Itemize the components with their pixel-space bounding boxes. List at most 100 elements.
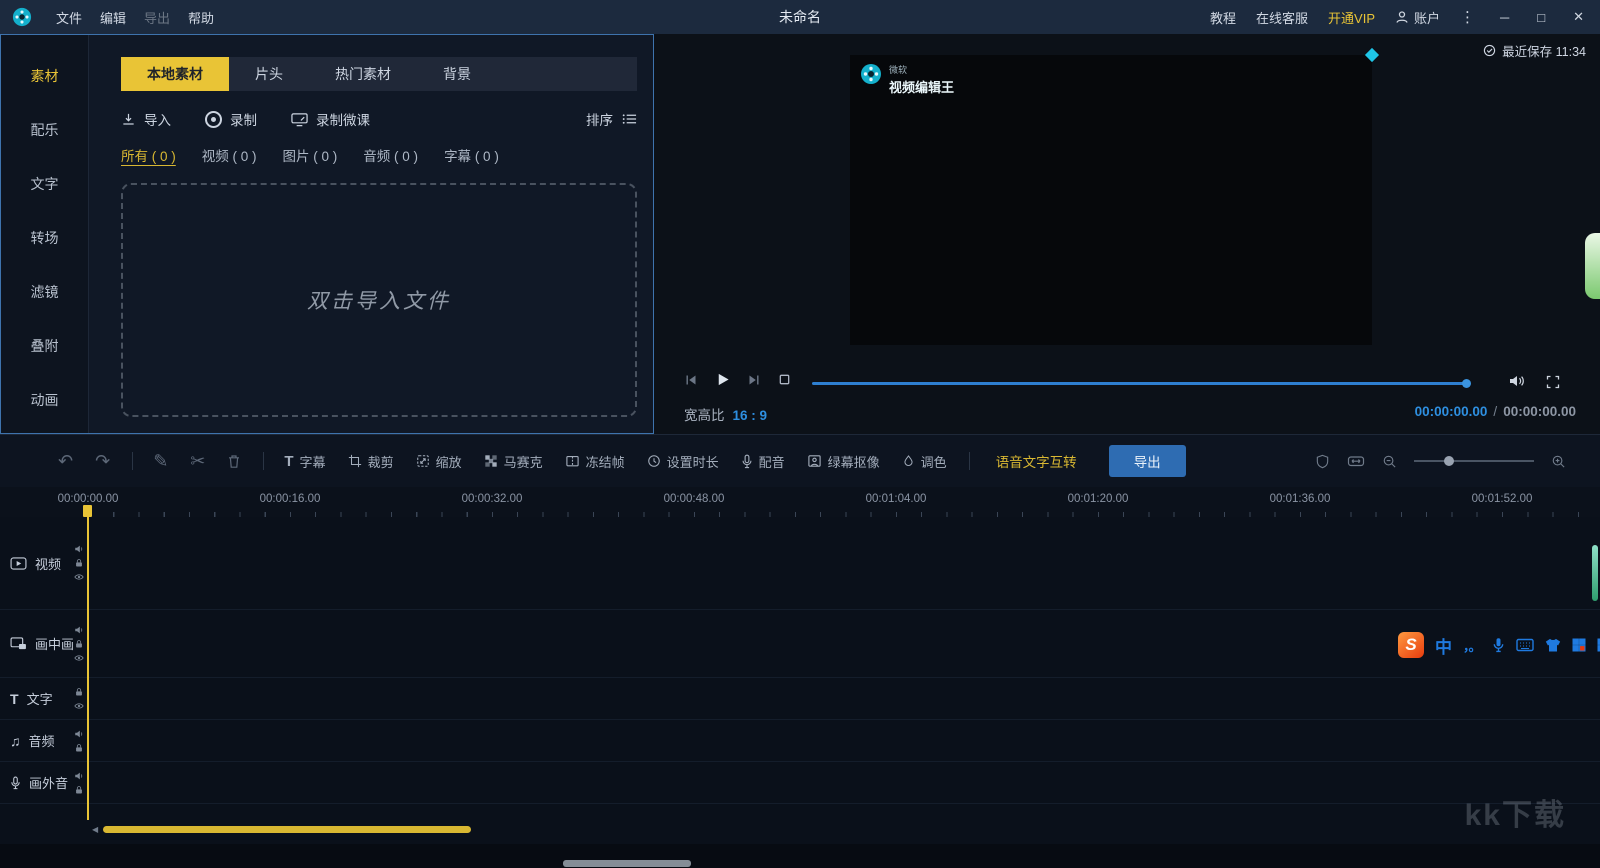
delete-button[interactable] (227, 454, 241, 469)
ime-logo-icon[interactable]: S (1398, 632, 1424, 658)
voiceover-track-lane[interactable] (89, 762, 1600, 803)
more-menu-icon[interactable]: ⋮ (1460, 8, 1476, 26)
ime-toolbox-icon[interactable] (1572, 638, 1586, 652)
tutorial-link[interactable]: 教程 (1210, 8, 1236, 27)
sidebar-item-transition[interactable]: 转场 (1, 211, 88, 265)
play-button[interactable] (715, 372, 730, 387)
sidebar-item-material[interactable]: 素材 (1, 49, 88, 103)
greenscreen-tool-button[interactable]: 绿幕抠像 (807, 452, 880, 471)
timeline-hscrollbar[interactable] (103, 826, 471, 833)
sidebar-item-text[interactable]: 文字 (1, 157, 88, 211)
sidebar-item-overlay[interactable]: 叠附 (1, 319, 88, 373)
tab-local-material[interactable]: 本地素材 (121, 57, 229, 91)
tab-hot-material[interactable]: 热门素材 (309, 57, 417, 91)
subtitle-tool-button[interactable]: T字幕 (284, 452, 325, 471)
lock-icon[interactable] (74, 785, 84, 795)
filter-picture[interactable]: 图片 ( 0 ) (283, 145, 338, 165)
import-button[interactable]: 导入 (121, 109, 171, 129)
timeline-ruler[interactable]: 00:00:00.00 00:00:16.00 00:00:32.00 00:0… (0, 487, 1600, 517)
seek-handle[interactable] (1462, 379, 1471, 388)
maximize-button[interactable]: □ (1533, 10, 1549, 25)
logo-title-text: 视频编辑王 (889, 77, 954, 96)
menu-edit[interactable]: 编辑 (100, 8, 126, 27)
previous-frame-button[interactable] (684, 373, 698, 387)
ime-punctuation-mode[interactable]: ，。 (1463, 636, 1481, 655)
edit-pencil-button[interactable]: ✎ (153, 452, 168, 470)
mute-icon[interactable] (74, 729, 84, 739)
filter-subtitle[interactable]: 字幕 ( 0 ) (444, 145, 499, 165)
text-track-lane[interactable] (89, 678, 1600, 719)
sidebar-item-filter[interactable]: 滤镜 (1, 265, 88, 319)
fit-timeline-icon[interactable] (1347, 454, 1365, 468)
close-button[interactable]: ✕ (1569, 9, 1588, 25)
video-canvas[interactable]: 微软 视频编辑王 (850, 55, 1372, 345)
lock-icon[interactable] (74, 743, 84, 753)
timeline-zoom-slider[interactable] (1414, 455, 1534, 467)
sidebar-item-animation[interactable]: 动画 (1, 373, 88, 427)
sort-button[interactable]: 排序 (586, 109, 637, 129)
tab-background[interactable]: 背景 (417, 57, 497, 91)
scroll-left-arrow-icon[interactable]: ◀ (92, 825, 98, 834)
stop-button[interactable] (778, 373, 791, 386)
mute-icon[interactable] (74, 625, 84, 635)
account-button[interactable]: 账户 (1395, 8, 1440, 27)
cut-button[interactable]: ✂ (190, 452, 205, 470)
ime-language-mode[interactable]: 中 (1435, 633, 1452, 658)
support-link[interactable]: 在线客服 (1256, 8, 1308, 27)
vip-link[interactable]: 开通VIP (1328, 8, 1375, 27)
ime-skin-icon[interactable] (1545, 638, 1561, 653)
filter-all[interactable]: 所有 ( 0 ) (121, 145, 176, 165)
mosaic-tool-button[interactable]: 马赛克 (484, 452, 543, 471)
import-dropzone[interactable]: 双击导入文件 (121, 183, 637, 417)
freeze-frame-tool-button[interactable]: 冻结帧 (565, 452, 625, 471)
volume-icon[interactable] (1508, 374, 1526, 388)
ime-mic-icon[interactable] (1492, 637, 1505, 653)
aspect-ratio[interactable]: 宽高比16 : 9 (684, 404, 767, 424)
color-grading-tool-button[interactable]: 调色 (902, 452, 947, 471)
playhead-line[interactable] (87, 505, 89, 820)
minimize-button[interactable]: ─ (1496, 10, 1513, 25)
titlebar: 文件 编辑 导出 帮助 未命名 教程 在线客服 开通VIP 账户 ⋮ ─ □ ✕ (0, 0, 1600, 34)
dubbing-tool-button[interactable]: 配音 (741, 452, 785, 471)
zoom-slider-handle[interactable] (1444, 456, 1454, 466)
undo-button[interactable]: ↶ (58, 452, 73, 470)
menu-export[interactable]: 导出 (144, 8, 170, 27)
visibility-icon[interactable] (74, 572, 84, 582)
lock-icon[interactable] (74, 687, 84, 697)
edge-floating-widget[interactable] (1585, 233, 1600, 299)
record-lesson-button[interactable]: 录制微课 (291, 109, 370, 129)
shield-icon[interactable] (1315, 454, 1330, 469)
ime-keyboard-icon[interactable] (1516, 638, 1534, 652)
menu-help[interactable]: 帮助 (188, 8, 214, 27)
mute-icon[interactable] (74, 771, 84, 781)
zoom-tool-button[interactable]: 缩放 (416, 452, 462, 471)
selection-badge-icon[interactable] (1365, 48, 1379, 62)
fullscreen-icon[interactable] (1546, 375, 1560, 389)
tab-intro[interactable]: 片头 (229, 57, 309, 91)
crop-tool-button[interactable]: 裁剪 (348, 452, 394, 471)
speech-text-button[interactable]: 语音文字互转 (990, 450, 1083, 472)
lock-icon[interactable] (74, 558, 84, 568)
set-duration-tool-button[interactable]: 设置时长 (647, 452, 719, 471)
filter-video[interactable]: 视频 ( 0 ) (202, 145, 257, 165)
zoom-in-icon[interactable] (1551, 454, 1566, 469)
lock-icon[interactable] (74, 639, 84, 649)
pip-track-lane[interactable] (89, 610, 1600, 677)
audio-track-lane[interactable] (89, 720, 1600, 761)
timeline-vscrollbar[interactable] (1592, 545, 1598, 601)
zoom-out-icon[interactable] (1382, 454, 1397, 469)
visibility-icon[interactable] (74, 653, 84, 663)
video-track-lane[interactable] (89, 517, 1600, 609)
export-button[interactable]: 导出 (1109, 445, 1186, 477)
menu-file[interactable]: 文件 (56, 8, 82, 27)
sidebar-item-music[interactable]: 配乐 (1, 103, 88, 157)
seek-bar[interactable] (812, 382, 1467, 385)
record-button[interactable]: 录制 (205, 109, 257, 129)
time-display: 00:00:00.00/00:00:00.00 (1415, 404, 1576, 419)
redo-button[interactable]: ↷ (95, 452, 110, 470)
mute-icon[interactable] (74, 544, 84, 554)
ime-more-grid-icon[interactable] (1597, 638, 1600, 652)
filter-audio[interactable]: 音频 ( 0 ) (363, 145, 418, 165)
visibility-icon[interactable] (74, 701, 84, 711)
next-frame-button[interactable] (747, 373, 761, 387)
